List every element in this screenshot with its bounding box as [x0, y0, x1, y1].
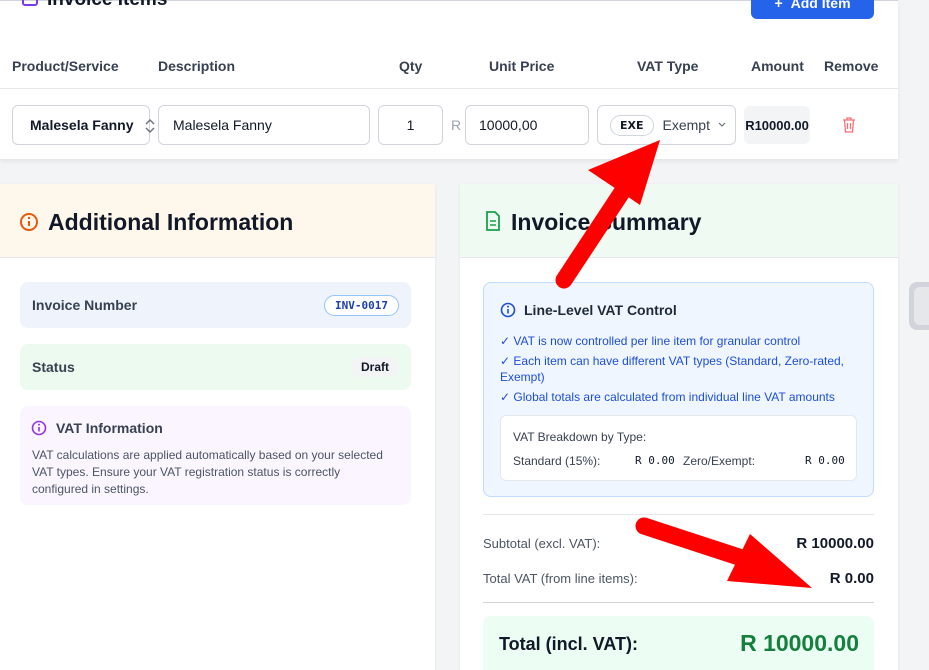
- divider: [483, 602, 874, 603]
- header-unit-price: Unit Price: [489, 58, 555, 74]
- standard-value: R 0.00: [635, 454, 675, 467]
- file-text-icon: [486, 211, 500, 231]
- header-vat-type: VAT Type: [637, 58, 699, 74]
- vat-badge: EXE: [610, 114, 654, 136]
- zero-exempt-value: R 0.00: [805, 454, 845, 467]
- chevron-down-icon: [718, 122, 726, 127]
- total-value: R 10000.00: [740, 630, 859, 656]
- product-select[interactable]: Malesela Fanny: [12, 105, 155, 145]
- floating-widget[interactable]: [909, 282, 929, 330]
- vat-info-text: VAT calculations are applied automatical…: [32, 448, 383, 496]
- header-description: Description: [158, 58, 236, 74]
- breakdown-title: VAT Breakdown by Type:: [513, 430, 647, 444]
- invoice-number-row: Invoice Number INV-0017: [20, 282, 411, 328]
- vat-type-value: Exempt: [662, 117, 710, 133]
- vat-control-title: Line-Level VAT Control: [524, 302, 677, 318]
- items-title: Invoice Items: [47, 0, 167, 11]
- trash-icon[interactable]: [842, 117, 856, 133]
- total-label: Total (incl. VAT):: [499, 634, 638, 654]
- card-header: Additional Information: [0, 184, 435, 258]
- total-vat-value: R 0.00: [829, 570, 874, 587]
- line-level-vat-control: Line-Level VAT Control ✓ VAT is now cont…: [483, 282, 874, 497]
- total-box: Total (incl. VAT): R 10000.00: [483, 616, 874, 670]
- bullet-1: ✓ VAT is now controlled per line item fo…: [500, 334, 801, 348]
- info-circle-icon: [500, 302, 516, 318]
- card-header: Invoice Summary: [460, 184, 898, 258]
- plus-icon: +: [774, 0, 783, 11]
- qty-input[interactable]: 1: [378, 105, 443, 145]
- vat-information-box: VAT Information VAT calculations are app…: [20, 406, 411, 505]
- amount-display: R10000.00: [744, 106, 810, 144]
- vat-type-select[interactable]: EXE Exempt: [597, 105, 736, 145]
- status-label: Status: [32, 359, 75, 375]
- invoice-items-card: Invoice Items + Add Item Product/Service…: [0, 0, 898, 160]
- standard-label: Standard (15%):: [513, 454, 601, 468]
- divider: [483, 514, 874, 515]
- card-title: Additional Information: [48, 209, 294, 235]
- card-title: Invoice Summary: [511, 209, 702, 235]
- status-row: Status Draft: [20, 344, 411, 390]
- zero-exempt-label: Zero/Exempt:: [683, 454, 756, 468]
- description-value: Malesela Fanny: [173, 117, 272, 133]
- total-vat-label: Total VAT (from line items):: [483, 571, 638, 586]
- subtotal-label: Subtotal (excl. VAT):: [483, 536, 601, 551]
- header-remove: Remove: [824, 58, 879, 74]
- info-circle-icon: [31, 420, 47, 436]
- select-arrows-icon: [145, 118, 155, 134]
- qty-value: 1: [406, 117, 415, 133]
- header-product: Product/Service: [12, 58, 119, 74]
- invoice-number-badge: INV-0017: [324, 294, 399, 316]
- vat-info-title: VAT Information: [56, 420, 163, 436]
- invoice-summary-card: Invoice Summary Line-Level VAT Control ✓…: [460, 184, 898, 670]
- header-qty: Qty: [399, 58, 423, 74]
- unit-price-value: 10000,00: [479, 117, 538, 133]
- subtotal-value: R 10000.00: [796, 535, 874, 552]
- invoice-number-label: Invoice Number: [32, 297, 138, 313]
- divider: [0, 88, 898, 89]
- status-badge: Draft: [350, 357, 399, 377]
- additional-information-card: Additional Information Invoice Number IN…: [0, 184, 435, 670]
- product-value: Malesela Fanny: [30, 117, 134, 133]
- document-icon: [22, 0, 38, 6]
- bullet-3: ✓ Global totals are calculated from indi…: [500, 390, 835, 404]
- bullet-2: ✓ Each item can have different VAT types…: [500, 354, 845, 384]
- unit-price-input[interactable]: 10000,00: [465, 105, 589, 145]
- add-item-label: Add Item: [790, 0, 851, 11]
- widget-inner: [914, 287, 929, 325]
- description-input[interactable]: Malesela Fanny: [158, 105, 370, 145]
- header-amount: Amount: [751, 58, 804, 74]
- currency-prefix: R: [451, 117, 462, 133]
- vat-breakdown: VAT Breakdown by Type: Standard (15%): R…: [500, 415, 857, 481]
- info-icon: [20, 213, 38, 231]
- add-item-button[interactable]: + Add Item: [751, 0, 874, 19]
